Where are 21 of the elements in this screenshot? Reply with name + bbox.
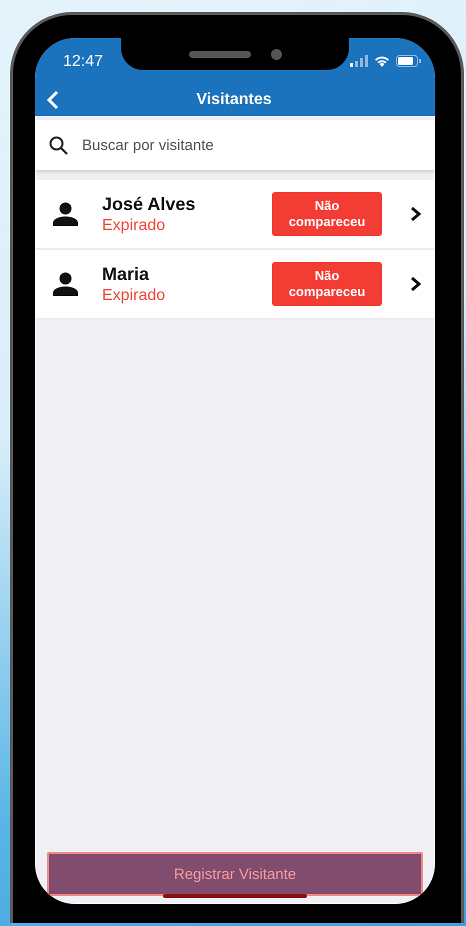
search-icon — [49, 136, 68, 154]
search-bar[interactable]: Buscar por visitante — [35, 120, 435, 170]
person-icon — [53, 202, 78, 226]
signal-icon — [350, 55, 368, 67]
visitor-name: José Alves — [102, 194, 196, 214]
battery-icon — [396, 55, 421, 67]
status-badge: Não compareceu — [272, 192, 382, 236]
screen-title: Visitantes — [195, 91, 273, 109]
status-time: 12:47 — [63, 53, 104, 71]
visitor-row[interactable]: Maria Expirado Não compareceu — [35, 250, 435, 320]
status-badge: Não compareceu — [272, 262, 382, 306]
person-icon — [53, 272, 78, 296]
visitor-name: Maria — [102, 264, 150, 284]
wifi-icon — [374, 55, 390, 67]
chevron-right-icon[interactable] — [410, 276, 421, 292]
chevron-right-icon[interactable] — [410, 206, 421, 222]
visitor-row[interactable]: José Alves Expirado Não compareceu — [35, 180, 435, 250]
visitor-status: Expirado — [102, 286, 166, 304]
back-icon[interactable] — [47, 90, 59, 110]
search-field[interactable]: Buscar por visitante — [80, 136, 421, 154]
visitor-status: Expirado — [102, 216, 166, 234]
